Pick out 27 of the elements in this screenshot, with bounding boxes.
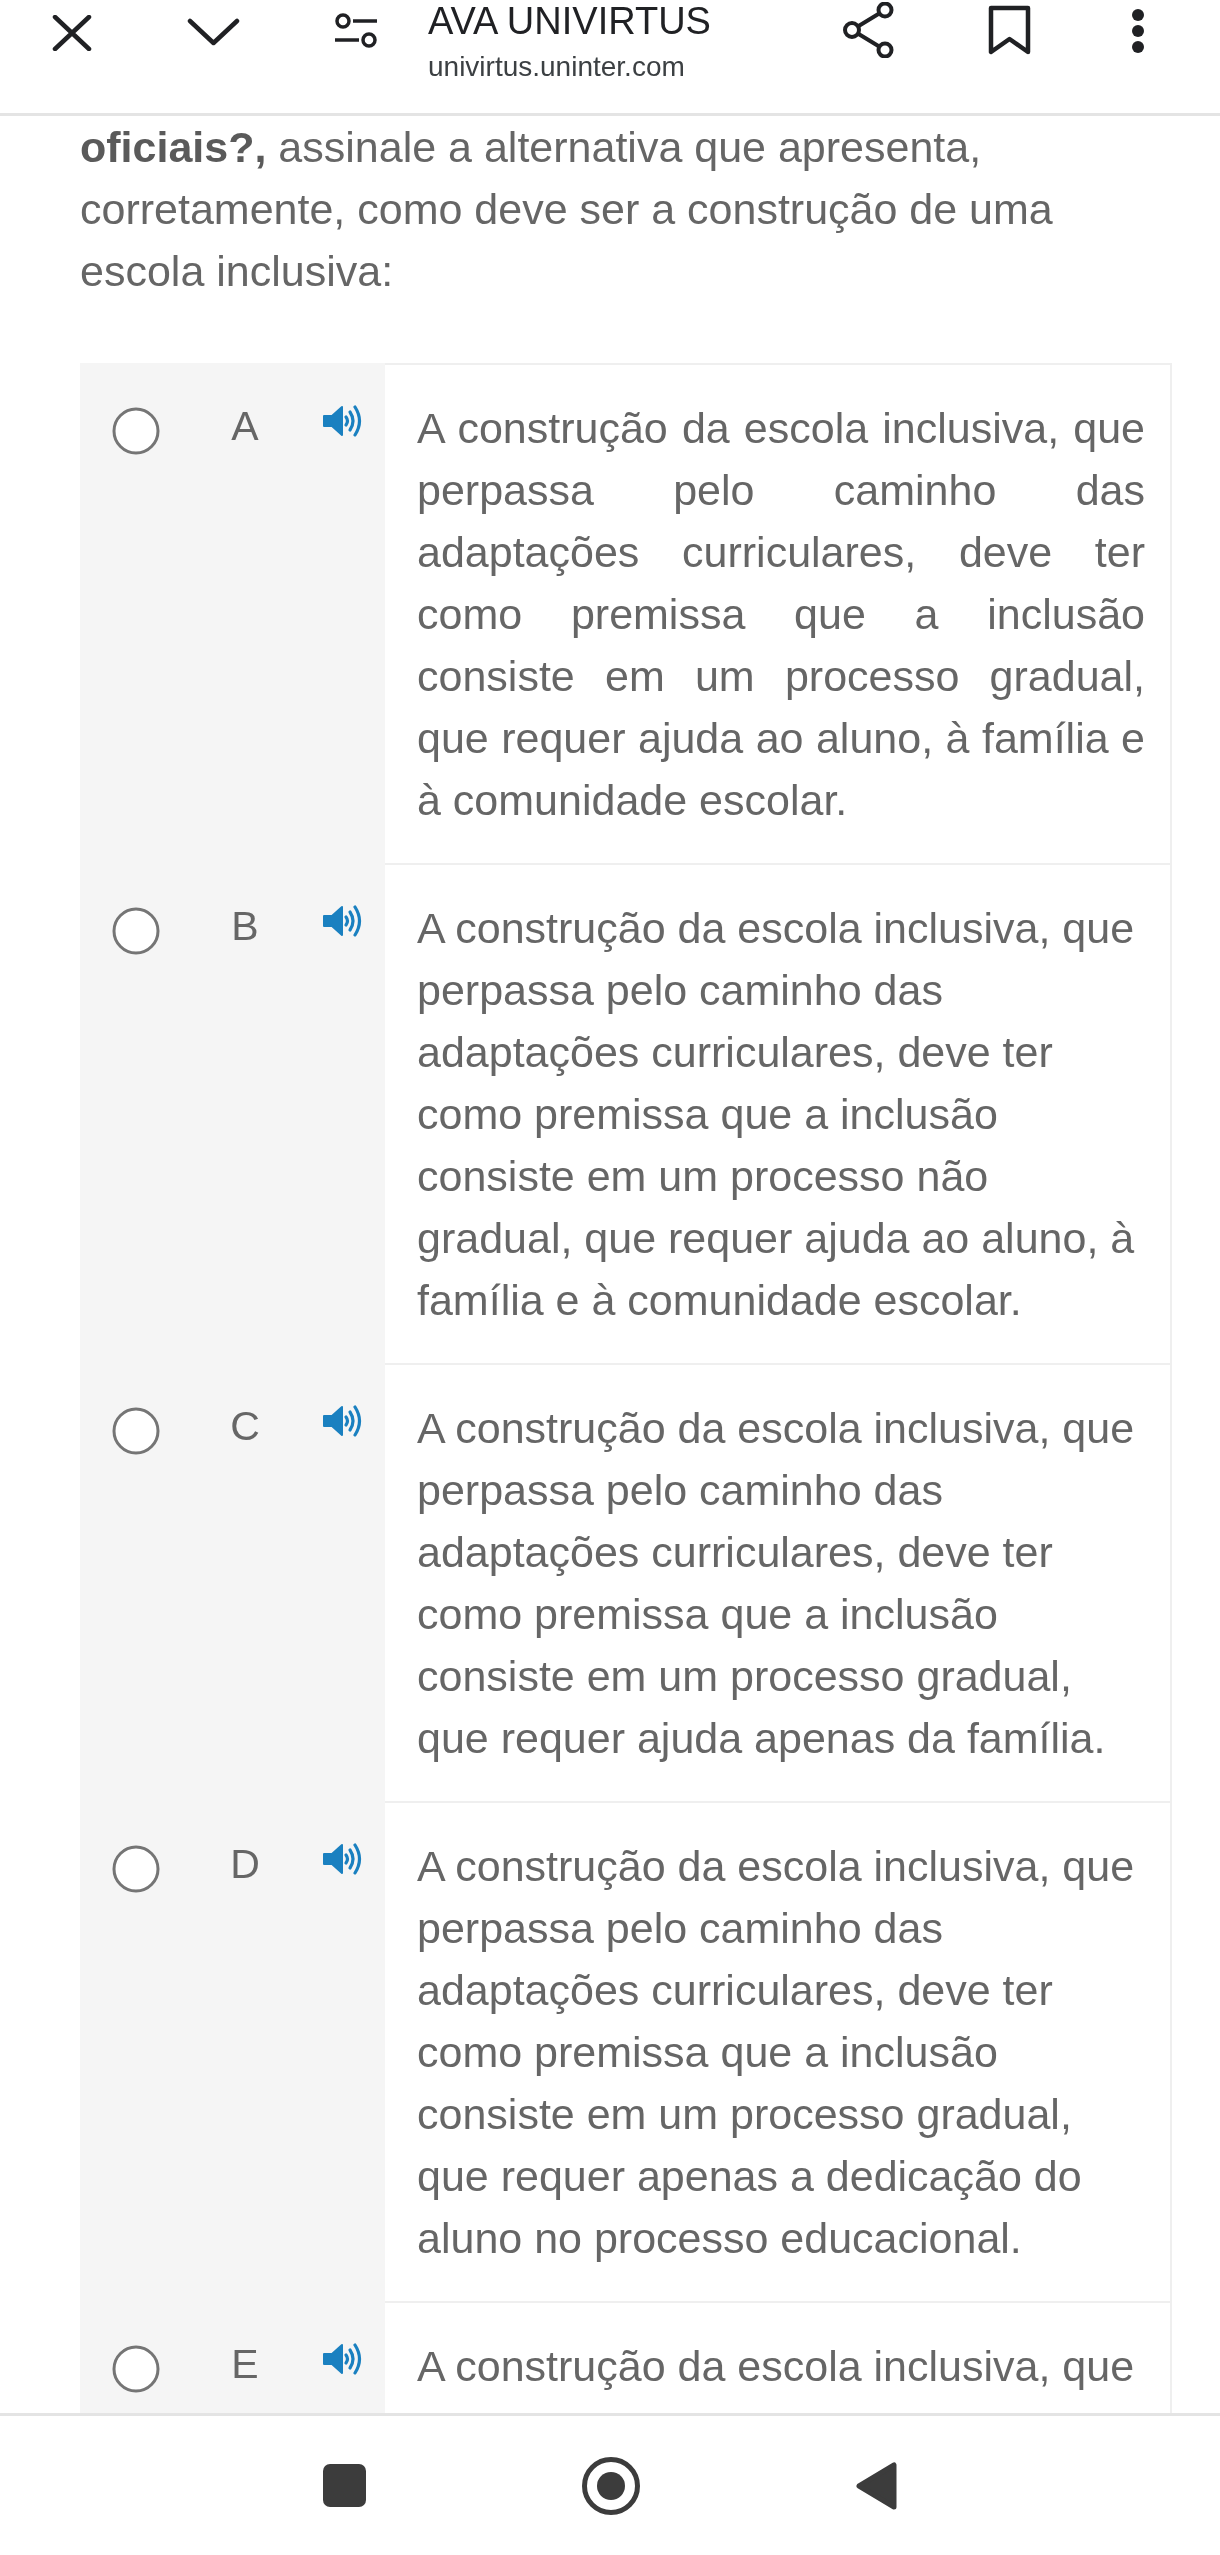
radio-button[interactable] xyxy=(112,2345,160,2393)
ring-dot-icon[interactable] xyxy=(582,2456,640,2515)
option-letter: D xyxy=(229,1840,261,1889)
radio-button[interactable] xyxy=(112,407,160,455)
option-letter: A xyxy=(230,402,260,451)
option-text: A construção da escola inclusiva, que perpassa pelo caminho das adaptações curriculares, deve ter como premissa que a inclusão consiste em um processo não gradual, que requer ajuda ao aluno, à família e à comunidade escolar. xyxy=(417,903,1136,1326)
page-url: univirtus.uninter.com xyxy=(428,50,685,84)
option-text: A construção da escola inclusiva, que xyxy=(417,2341,1136,2392)
radio-button[interactable] xyxy=(112,907,160,955)
option-text: A construção da escola inclusiva, que perpassa pelo caminho das adaptações curriculares, deve ter como premissa que a inclusão consiste em um processo gradual, que requer ajuda ao aluno, à família e à comunidade escolar. xyxy=(417,403,1145,826)
question-text: oficiais?, assinale a alternativa que apresenta, corretamente, como deve ser a construção de uma escola inclusiva: xyxy=(80,122,1054,297)
option-letter: B xyxy=(230,902,260,951)
bookmark-icon[interactable] xyxy=(988,5,1031,55)
back-triangle-icon[interactable] xyxy=(856,2461,897,2510)
sliders-icon[interactable] xyxy=(335,13,377,48)
option-letter: E xyxy=(230,2340,260,2389)
square-icon[interactable] xyxy=(323,2464,366,2507)
option-text: A construção da escola inclusiva, que perpassa pelo caminho das adaptações curriculares, deve ter como premissa que a inclusão consiste em um processo gradual, que requer ajuda apenas da família. xyxy=(417,1403,1136,1764)
share-icon[interactable] xyxy=(842,2,895,58)
chevron-down-icon[interactable] xyxy=(187,18,240,46)
menu-icon[interactable] xyxy=(1131,8,1145,54)
radio-button[interactable] xyxy=(112,1845,160,1893)
radio-button[interactable] xyxy=(112,1407,160,1455)
close-icon[interactable] xyxy=(52,15,92,51)
option-letter: C xyxy=(229,1402,261,1451)
page-title: AVA UNIVIRTUS xyxy=(428,0,711,42)
option-text: A construção da escola inclusiva, que perpassa pelo caminho das adaptações curriculares, deve ter como premissa que a inclusão consiste em um processo gradual, que requer apenas a dedicação do aluno no processo educacional. xyxy=(417,1841,1136,2264)
